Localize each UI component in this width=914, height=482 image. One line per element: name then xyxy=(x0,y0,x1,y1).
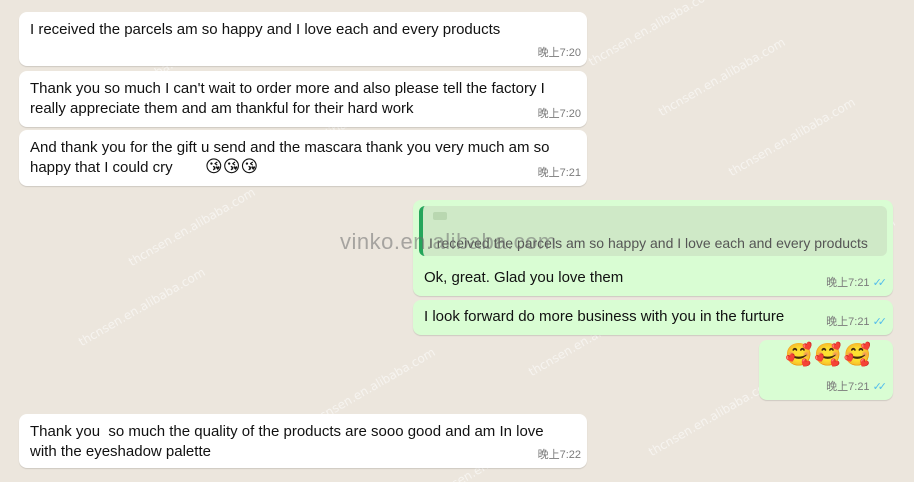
message-text: And thank you for the gift u send and th… xyxy=(30,139,550,176)
double-check-icon: ✓✓ xyxy=(872,316,888,328)
quoted-sender-name xyxy=(433,212,447,220)
message-text: I received the parcels am so happy and I… xyxy=(30,21,501,38)
message-time: 晚上7:20 xyxy=(537,108,581,120)
watermark-center: vinko.en.alibaba.com xyxy=(340,229,557,254)
message-time: 晚上7:20 xyxy=(537,47,581,59)
message-time: 晚上7:21 xyxy=(537,167,581,179)
watermark-text: thcnsen.en.alibaba.com xyxy=(656,34,788,120)
double-check-icon: ✓✓ xyxy=(872,277,888,289)
message-text: Thank you so much the quality of the pro… xyxy=(30,423,544,460)
double-check-icon: ✓✓ xyxy=(872,381,888,393)
incoming-message[interactable]: Thank you so much I can't wait to order … xyxy=(19,71,587,127)
smiling-hearts-emoji: 🥰🥰🥰 xyxy=(785,343,874,368)
message-time: 晚上7:21 ✓✓ xyxy=(826,377,887,397)
incoming-message[interactable]: I received the parcels am so happy and I… xyxy=(19,12,587,66)
watermark-text: thcnsen.en.alibaba.com xyxy=(126,184,258,270)
message-text: I look forward do more business with you… xyxy=(424,308,785,325)
watermark-text: thcnsen.en.alibaba.com xyxy=(726,94,858,180)
kiss-emoji: 😘😘😘 xyxy=(205,157,259,177)
outgoing-message[interactable]: I look forward do more business with you… xyxy=(413,300,893,335)
message-text: Thank you so much I can't wait to order … xyxy=(30,80,545,117)
message-text: Ok, great. Glad you love them xyxy=(424,269,624,286)
watermark-text: thcnsen.en.alibaba.com xyxy=(76,264,208,350)
incoming-message[interactable]: And thank you for the gift u send and th… xyxy=(19,130,587,186)
watermark-text: thcnsen.en.alibaba.com xyxy=(586,0,718,70)
outgoing-message[interactable]: 🥰🥰🥰 晚上7:21 ✓✓ xyxy=(759,340,893,400)
message-time: 晚上7:22 xyxy=(537,449,581,461)
watermark-text: thcnsen.en.alibaba.com xyxy=(646,374,778,460)
incoming-message[interactable]: Thank you so much the quality of the pro… xyxy=(19,414,587,468)
message-time: 晚上7:21 ✓✓ xyxy=(826,273,887,293)
message-time: 晚上7:21 ✓✓ xyxy=(826,312,887,332)
